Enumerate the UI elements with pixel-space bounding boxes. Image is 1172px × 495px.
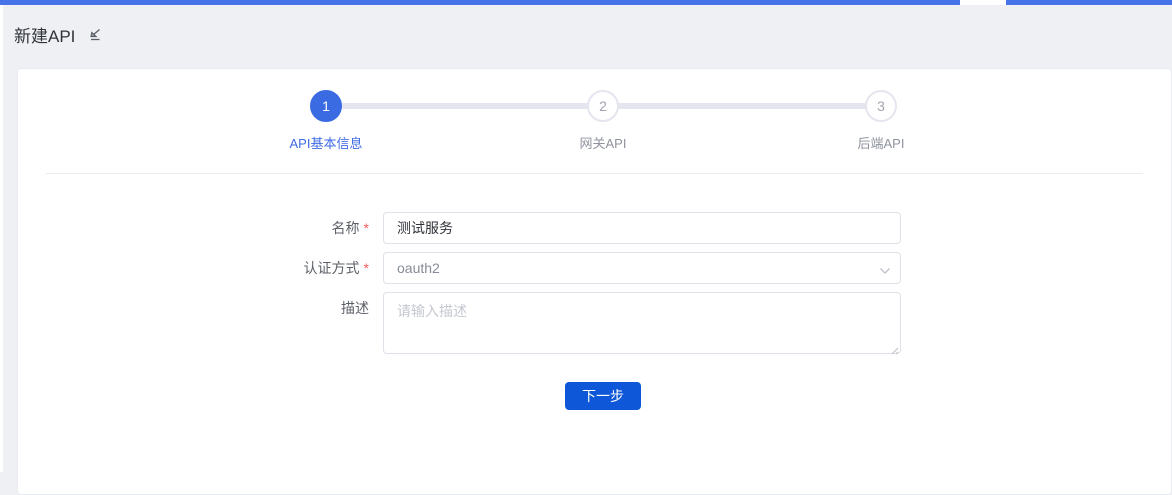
required-asterisk: * bbox=[364, 220, 369, 236]
description-textarea[interactable] bbox=[383, 292, 901, 354]
step-3-label: 后端API bbox=[801, 133, 961, 152]
step-1-label: API基本信息 bbox=[246, 133, 406, 152]
page-title: 新建API bbox=[14, 22, 75, 47]
name-label-text: 名称 bbox=[332, 220, 360, 236]
step-2-label: 网关API bbox=[523, 133, 683, 152]
name-field-label: 名称* bbox=[18, 218, 369, 238]
auth-select[interactable] bbox=[383, 252, 901, 284]
step-1-circle: 1 bbox=[310, 90, 342, 122]
description-label-text: 描述 bbox=[341, 300, 369, 316]
step-connector-2 bbox=[617, 103, 869, 109]
name-input[interactable] bbox=[383, 212, 901, 244]
auth-label-text: 认证方式 bbox=[304, 260, 360, 276]
description-field-label: 描述 bbox=[18, 298, 369, 318]
description-textarea-wrap bbox=[383, 292, 901, 354]
auth-select-value[interactable] bbox=[383, 252, 901, 284]
create-api-card: 1 2 3 API基本信息 网关API 后端API 名称* 认证方式* 描述 bbox=[17, 68, 1172, 495]
section-divider bbox=[46, 173, 1143, 174]
step-2-circle: 2 bbox=[587, 90, 619, 122]
stepper: 1 2 3 API基本信息 网关API 后端API bbox=[18, 69, 1171, 173]
required-asterisk: * bbox=[364, 260, 369, 276]
auth-field-label: 认证方式* bbox=[18, 258, 369, 278]
resize-handle-icon[interactable] bbox=[889, 342, 899, 352]
next-step-button[interactable]: 下一步 bbox=[565, 382, 641, 410]
step-connector-1 bbox=[340, 103, 592, 109]
back-undo-icon[interactable] bbox=[87, 27, 103, 43]
top-accent-bar-gap bbox=[960, 0, 1006, 5]
page-header: 新建API bbox=[14, 22, 103, 47]
left-edge-panel bbox=[0, 5, 3, 472]
step-3-circle: 3 bbox=[865, 90, 897, 122]
